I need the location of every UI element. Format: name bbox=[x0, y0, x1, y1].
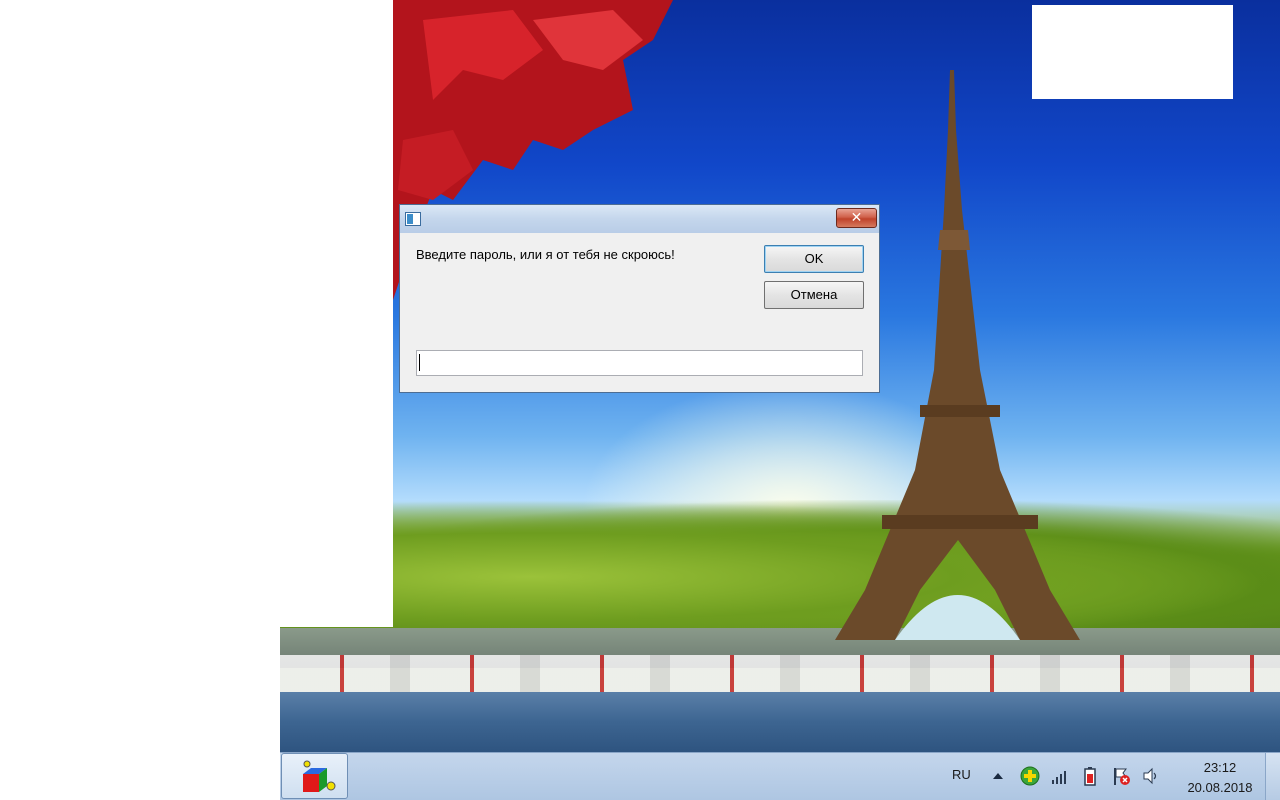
taskbar-app-button[interactable] bbox=[281, 753, 348, 799]
white-panel-left bbox=[0, 0, 393, 627]
close-button[interactable]: ✕ bbox=[836, 208, 877, 228]
action-center-flag-icon[interactable] bbox=[1111, 766, 1131, 786]
dialog-titlebar[interactable]: ✕ bbox=[400, 205, 879, 233]
dialog-body: Введите пароль, или я от тебя не скроюсь… bbox=[400, 233, 879, 392]
cancel-button[interactable]: Отмена bbox=[764, 281, 864, 309]
password-input[interactable] bbox=[416, 350, 863, 376]
close-icon: ✕ bbox=[850, 210, 863, 226]
clock[interactable]: 23:12 20.08.2018 bbox=[1175, 758, 1265, 798]
wallpaper-trees bbox=[280, 500, 1280, 640]
volume-icon[interactable] bbox=[1141, 766, 1161, 786]
show-desktop-button[interactable] bbox=[1265, 753, 1280, 800]
app-cube-icon bbox=[303, 760, 336, 792]
show-hidden-icons-icon[interactable] bbox=[988, 766, 1008, 786]
app-icon bbox=[405, 212, 421, 226]
password-dialog: ✕ Введите пароль, или я от тебя не скрою… bbox=[399, 204, 880, 393]
clock-date: 20.08.2018 bbox=[1187, 780, 1253, 795]
white-panel-left-bottom bbox=[0, 627, 280, 800]
green-plus-icon[interactable] bbox=[1020, 766, 1040, 786]
wallpaper-river bbox=[280, 692, 1280, 752]
language-indicator[interactable]: RU bbox=[952, 767, 971, 782]
network-signal-icon[interactable] bbox=[1050, 766, 1070, 786]
ok-button[interactable]: OK bbox=[764, 245, 864, 273]
clock-time: 23:12 bbox=[1203, 760, 1237, 775]
taskbar: RU 23:12 20.08.2018 bbox=[280, 752, 1280, 800]
text-caret bbox=[419, 354, 420, 371]
prompt-text: Введите пароль, или я от тебя не скроюсь… bbox=[416, 247, 675, 262]
white-panel-top-right bbox=[1032, 5, 1233, 99]
wallpaper-boats bbox=[280, 655, 1280, 695]
battery-icon[interactable] bbox=[1080, 766, 1100, 786]
